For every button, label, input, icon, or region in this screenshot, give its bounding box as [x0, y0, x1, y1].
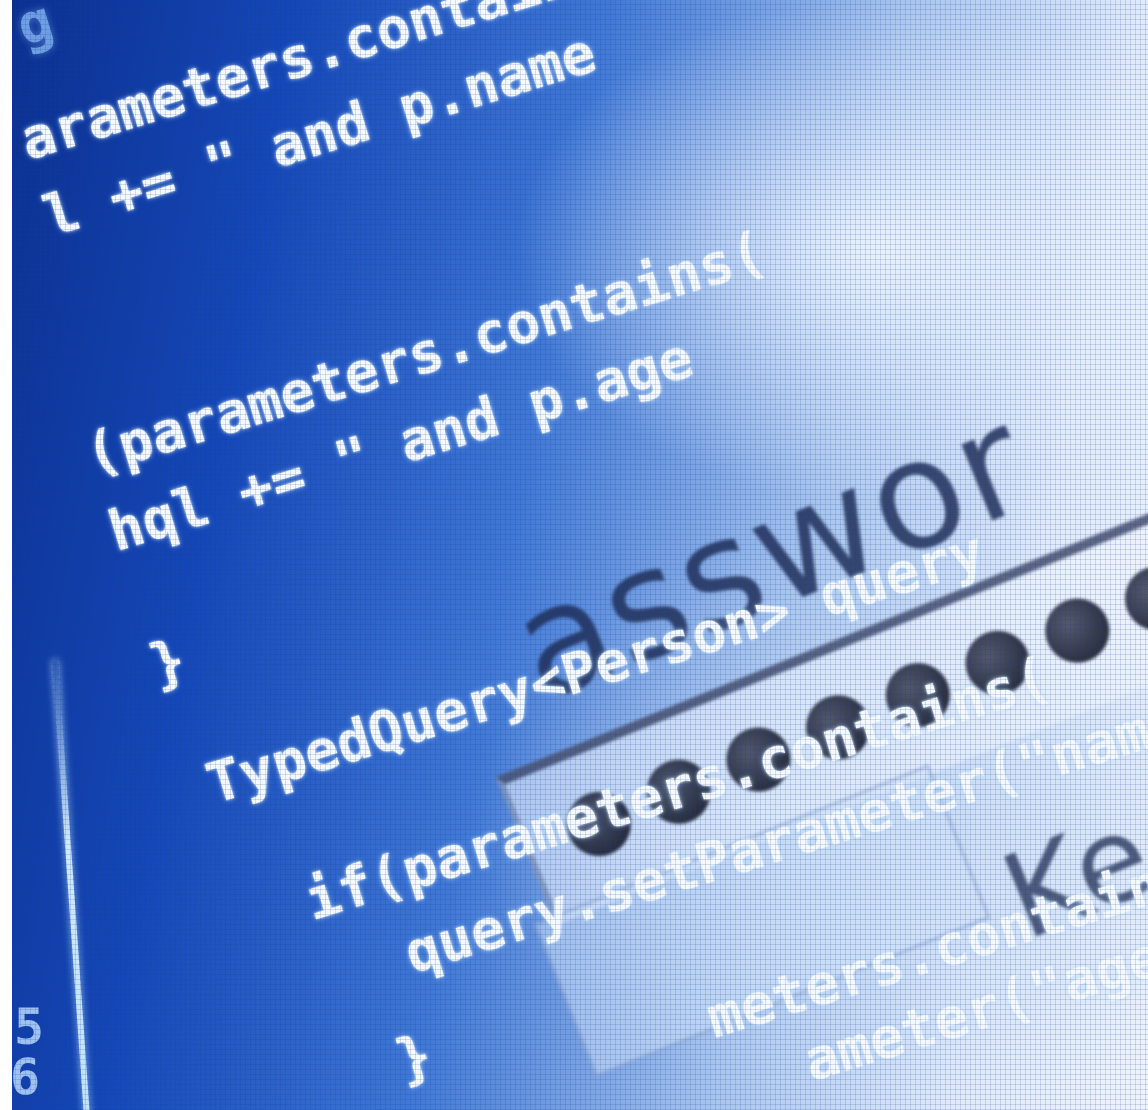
code-line: TypedQuery<Person> query: [199, 518, 992, 818]
code-line: g: [9, 0, 93, 60]
line-number: 6: [10, 1048, 41, 1106]
code-line: }: [142, 626, 194, 699]
image-border: [0, 0, 12, 1110]
code-overlay: g arameters.contains l += " and p.name (…: [0, 0, 1148, 1110]
photo-scene: asswor Kee g arameters.contains l += " a…: [0, 0, 1148, 1110]
code-line: }: [388, 1022, 440, 1095]
gutter-line: [52, 659, 91, 1110]
